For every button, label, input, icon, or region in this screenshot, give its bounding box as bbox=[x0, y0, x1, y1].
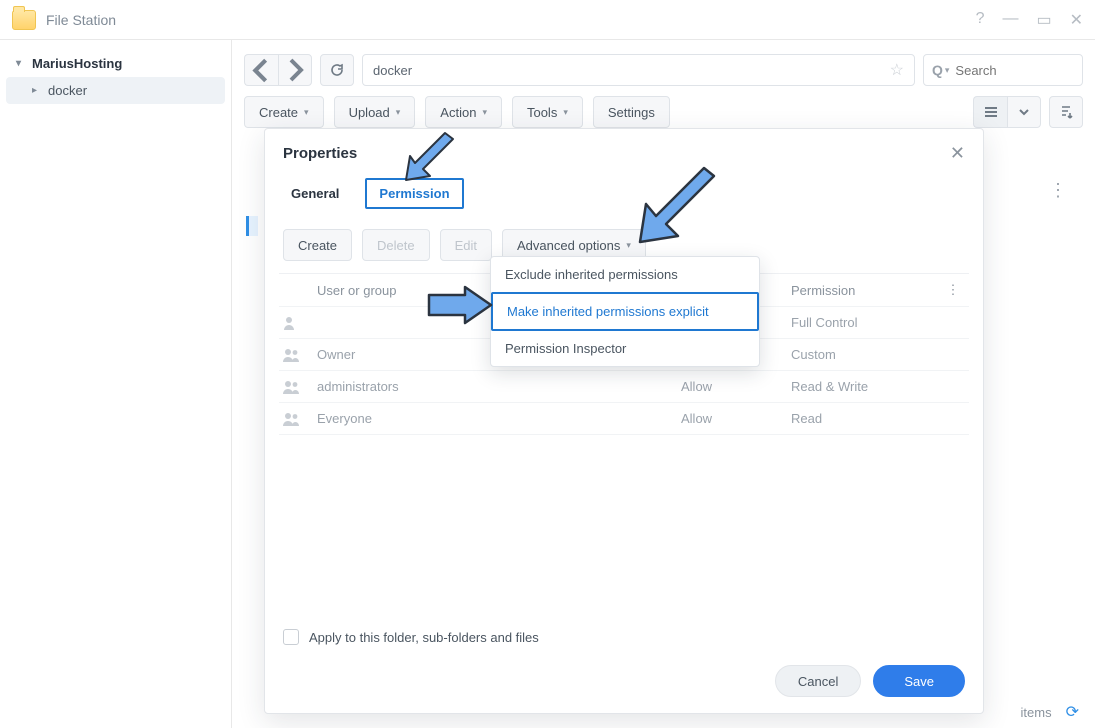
user-icon bbox=[283, 316, 301, 330]
group-icon bbox=[283, 412, 301, 426]
chevron-down-icon: ▾ bbox=[304, 107, 309, 118]
cell-user: Everyone bbox=[317, 411, 681, 426]
apply-recursive-label: Apply to this folder, sub-folders and fi… bbox=[309, 630, 539, 645]
table-row[interactable]: EveryoneAllowRead bbox=[279, 403, 969, 435]
items-label: items bbox=[1021, 705, 1052, 720]
minimize-icon[interactable]: — bbox=[1002, 10, 1018, 30]
create-button[interactable]: Create▾ bbox=[244, 96, 324, 128]
window-title: File Station bbox=[46, 12, 116, 28]
kebab-icon[interactable]: ⋮ bbox=[1049, 180, 1067, 201]
search-icon: Q bbox=[932, 62, 943, 78]
action-button[interactable]: Action▾ bbox=[425, 96, 502, 128]
menu-exclude-inherited[interactable]: Exclude inherited permissions bbox=[491, 257, 759, 292]
cell-permission: Read bbox=[791, 411, 941, 426]
advanced-options-menu: Exclude inherited permissions Make inher… bbox=[490, 256, 760, 367]
sidebar-root[interactable]: ▾ MariusHosting bbox=[6, 50, 225, 77]
view-list-button[interactable] bbox=[973, 96, 1007, 128]
nav-forward-button[interactable] bbox=[278, 54, 312, 86]
tab-permission[interactable]: Permission bbox=[365, 178, 463, 209]
cell-user: administrators bbox=[317, 379, 681, 394]
selected-row-indicator bbox=[246, 216, 258, 236]
cell-type: Allow bbox=[681, 411, 791, 426]
table-row[interactable]: administratorsAllowRead & Write bbox=[279, 371, 969, 403]
group-icon bbox=[283, 348, 301, 362]
path-input[interactable]: docker ☆ bbox=[362, 54, 915, 86]
perm-edit-button: Edit bbox=[440, 229, 492, 261]
maximize-icon[interactable]: ▭ bbox=[1036, 10, 1051, 30]
close-icon[interactable]: ✕ bbox=[1070, 10, 1083, 30]
status-bar: items ⟳ bbox=[1021, 702, 1079, 722]
settings-button[interactable]: Settings bbox=[593, 96, 670, 128]
cancel-button[interactable]: Cancel bbox=[775, 665, 861, 697]
chevron-down-icon: ▾ bbox=[396, 107, 401, 118]
refresh-icon[interactable]: ⟳ bbox=[1066, 702, 1079, 722]
view-list-dropdown[interactable] bbox=[1007, 96, 1041, 128]
chevron-down-icon: ▾ bbox=[945, 65, 950, 76]
upload-button[interactable]: Upload▾ bbox=[334, 96, 416, 128]
kebab-icon[interactable]: ⋮ bbox=[941, 282, 965, 298]
tab-general[interactable]: General bbox=[283, 178, 347, 209]
tools-button[interactable]: Tools▾ bbox=[512, 96, 583, 128]
app-icon bbox=[12, 10, 36, 30]
chevron-down-icon: ▾ bbox=[482, 107, 487, 118]
search-input[interactable] bbox=[955, 63, 1074, 78]
nav-back-button[interactable] bbox=[244, 54, 278, 86]
path-text: docker bbox=[373, 63, 412, 78]
refresh-button[interactable] bbox=[320, 54, 354, 86]
chevron-right-icon: ▸ bbox=[32, 85, 42, 96]
menu-make-explicit[interactable]: Make inherited permissions explicit bbox=[491, 292, 759, 331]
perm-create-button[interactable]: Create bbox=[283, 229, 352, 261]
sort-button[interactable] bbox=[1049, 96, 1083, 128]
star-icon[interactable]: ☆ bbox=[890, 60, 904, 80]
dialog-close-button[interactable]: ✕ bbox=[950, 143, 965, 164]
chevron-down-icon: ▾ bbox=[16, 58, 26, 69]
group-icon bbox=[283, 380, 301, 394]
cell-permission: Full Control bbox=[791, 315, 941, 330]
sidebar-root-label: MariusHosting bbox=[32, 56, 122, 71]
sidebar: ▾ MariusHosting ▸ docker bbox=[0, 40, 232, 728]
cell-permission: Custom bbox=[791, 347, 941, 362]
properties-dialog: Properties ✕ General Permission Create D… bbox=[264, 128, 984, 714]
col-permission: Permission bbox=[791, 283, 941, 298]
window-titlebar: File Station ? — ▭ ✕ bbox=[0, 0, 1095, 40]
dialog-title: Properties bbox=[283, 145, 357, 162]
sidebar-item-label: docker bbox=[48, 83, 87, 98]
perm-delete-button: Delete bbox=[362, 229, 430, 261]
chevron-down-icon: ▾ bbox=[563, 107, 568, 118]
cell-type: Allow bbox=[681, 379, 791, 394]
chevron-down-icon: ▾ bbox=[626, 240, 631, 251]
menu-permission-inspector[interactable]: Permission Inspector bbox=[491, 331, 759, 366]
apply-recursive-checkbox[interactable] bbox=[283, 629, 299, 645]
save-button[interactable]: Save bbox=[873, 665, 965, 697]
sidebar-item-docker[interactable]: ▸ docker bbox=[6, 77, 225, 104]
cell-permission: Read & Write bbox=[791, 379, 941, 394]
search-box[interactable]: Q ▾ bbox=[923, 54, 1083, 86]
help-icon[interactable]: ? bbox=[976, 10, 985, 30]
